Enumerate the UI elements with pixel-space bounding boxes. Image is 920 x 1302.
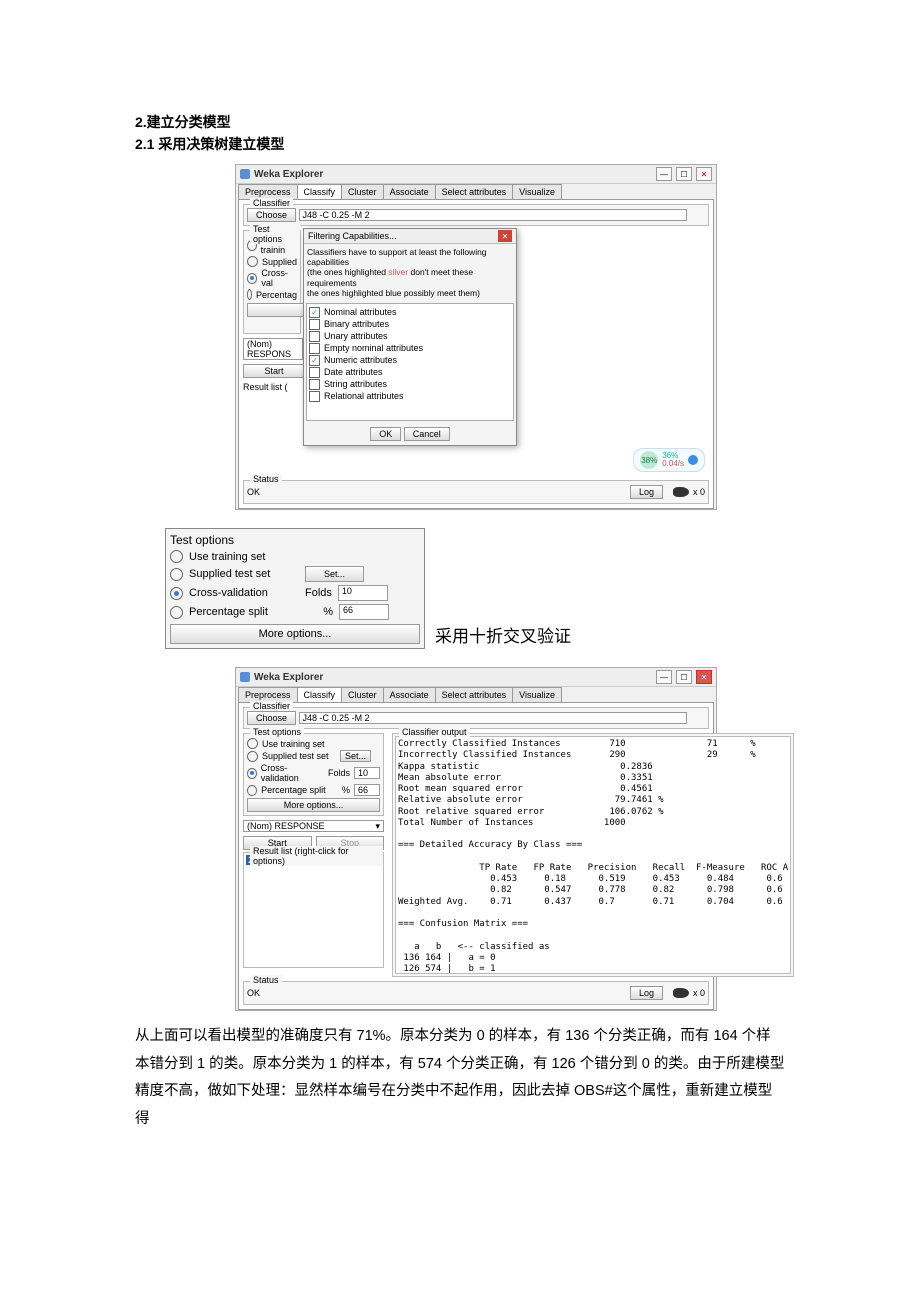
- more-options-2[interactable]: More options...: [247, 798, 380, 812]
- classifier-string-2[interactable]: J48 -C 0.25 -M 2: [299, 712, 687, 724]
- radio-sup-2[interactable]: [170, 568, 183, 581]
- tab-classify-2[interactable]: Classify: [297, 687, 343, 702]
- class-combo[interactable]: (Nom) RESPONS: [243, 338, 303, 360]
- heading-2: 2.建立分类模型: [135, 112, 785, 132]
- more-button[interactable]: [247, 303, 307, 317]
- tab-associate-2[interactable]: Associate: [383, 687, 436, 702]
- tab-preprocess-2[interactable]: Preprocess: [238, 687, 298, 702]
- class-combo-2[interactable]: (Nom) RESPONSE▾: [243, 820, 384, 832]
- chk-unary[interactable]: [309, 331, 320, 342]
- dialog-cancel[interactable]: Cancel: [404, 427, 450, 441]
- status-widget: 38% 36% 0.04/s: [633, 448, 705, 472]
- folds-input-2[interactable]: 10: [354, 767, 380, 779]
- status-ok: OK: [247, 487, 260, 497]
- dialog-list[interactable]: Nominal attributes Binary attributes Una…: [306, 303, 514, 421]
- screenshot-weka-2: Weka Explorer — ☐ ✕ Preprocess Classify …: [235, 667, 717, 1011]
- max-button-2[interactable]: ☐: [676, 670, 692, 684]
- log-button-2[interactable]: Log: [630, 986, 663, 1000]
- classifier-group: Classifier Choose J48 -C 0.25 -M 2: [243, 204, 709, 226]
- tab-bar: Preprocess Classify Cluster Associate Se…: [236, 184, 716, 199]
- choose-button[interactable]: Choose: [247, 208, 296, 222]
- status-group-2: Status OK Log x 0: [243, 981, 709, 1005]
- screenshot-weka-1: Weka Explorer — ☐ ✕ Preprocess Classify …: [235, 164, 717, 510]
- radio-train-2[interactable]: [170, 550, 183, 563]
- min-button[interactable]: —: [656, 167, 672, 181]
- tab-select-attr[interactable]: Select attributes: [435, 184, 514, 199]
- min-button-2[interactable]: —: [656, 670, 672, 684]
- window-titlebar: Weka Explorer — ☐ ✕: [236, 165, 716, 184]
- radio-pct-3[interactable]: [247, 785, 257, 796]
- status-group: Status OK Log x 0: [243, 480, 709, 504]
- widget-pct: 38%: [640, 451, 658, 469]
- test-options-title: Test options: [170, 533, 420, 547]
- weka-bird-icon-2: [673, 988, 689, 998]
- chk-empty[interactable]: [309, 343, 320, 354]
- widget-dot-icon: [688, 455, 698, 465]
- chk-numeric[interactable]: [309, 355, 320, 366]
- tab-preprocess[interactable]: Preprocess: [238, 184, 298, 199]
- pct-input-2[interactable]: 66: [354, 784, 380, 796]
- radio-cv-3[interactable]: [247, 768, 257, 779]
- close-button[interactable]: ✕: [696, 167, 712, 181]
- result-list-label: Result list (: [243, 382, 301, 392]
- screenshot-test-options: Test options Use training set Supplied t…: [165, 528, 425, 649]
- classifier-output[interactable]: Correctly Classified Instances 710 71 % …: [395, 736, 791, 974]
- radio-pct-2[interactable]: [170, 606, 183, 619]
- radio-sup-3[interactable]: [247, 751, 258, 762]
- log-button[interactable]: Log: [630, 485, 663, 499]
- dialog-title: Filtering Capabilities...: [308, 231, 494, 241]
- chk-relational[interactable]: [309, 391, 320, 402]
- set-button-2[interactable]: Set...: [340, 750, 371, 762]
- cv-note: 采用十折交叉验证: [435, 622, 571, 647]
- radio-pct[interactable]: [247, 289, 252, 300]
- weka-icon: [240, 169, 250, 179]
- chk-string[interactable]: [309, 379, 320, 390]
- result-list-2: Result list (right-click for options) 20…: [243, 852, 384, 968]
- tab-visualize-2[interactable]: Visualize: [512, 687, 562, 702]
- more-options-button[interactable]: More options...: [170, 624, 420, 644]
- tab-associate[interactable]: Associate: [383, 184, 436, 199]
- test-options-group: Test options Use trainin Supplied Cross-…: [243, 230, 301, 334]
- window-title: Weka Explorer: [254, 169, 652, 180]
- weka-bird-icon: [673, 487, 689, 497]
- close-button-2[interactable]: ✕: [696, 670, 712, 684]
- radio-supplied[interactable]: [247, 256, 258, 267]
- start-button[interactable]: Start: [243, 364, 305, 378]
- radio-cv-2[interactable]: [170, 587, 183, 600]
- classifier-output-group: Classifier output Correctly Classified I…: [392, 733, 794, 977]
- heading-2-1: 2.1 采用决策树建立模型: [135, 134, 785, 154]
- body-paragraph: 从上面可以看出模型的准确度只有 71%。原本分类为 0 的样本，有 136 个分…: [135, 1023, 785, 1133]
- tab-visualize[interactable]: Visualize: [512, 184, 562, 199]
- radio-cross[interactable]: [247, 273, 257, 284]
- tab-select-attr-2[interactable]: Select attributes: [435, 687, 514, 702]
- radio-train-3[interactable]: [247, 738, 258, 749]
- window-title-2: Weka Explorer: [254, 672, 652, 683]
- tab-classify[interactable]: Classify: [297, 184, 343, 199]
- test-options-group-2: Test options Use training set Supplied t…: [243, 733, 384, 816]
- set-button[interactable]: Set...: [305, 566, 364, 582]
- chk-nominal[interactable]: [309, 307, 320, 318]
- dialog-ok[interactable]: OK: [370, 427, 401, 441]
- max-button[interactable]: ☐: [676, 167, 692, 181]
- filtering-dialog: Filtering Capabilities... ✕ Classifiers …: [303, 228, 517, 446]
- dialog-close[interactable]: ✕: [498, 230, 512, 242]
- chk-binary[interactable]: [309, 319, 320, 330]
- classifier-string[interactable]: J48 -C 0.25 -M 2: [299, 209, 687, 221]
- tab-cluster[interactable]: Cluster: [341, 184, 384, 199]
- folds-input[interactable]: 10: [338, 585, 388, 601]
- choose-button-2[interactable]: Choose: [247, 711, 296, 725]
- pct-input[interactable]: 66: [339, 604, 389, 620]
- weka-icon-2: [240, 672, 250, 682]
- tab-cluster-2[interactable]: Cluster: [341, 687, 384, 702]
- chk-date[interactable]: [309, 367, 320, 378]
